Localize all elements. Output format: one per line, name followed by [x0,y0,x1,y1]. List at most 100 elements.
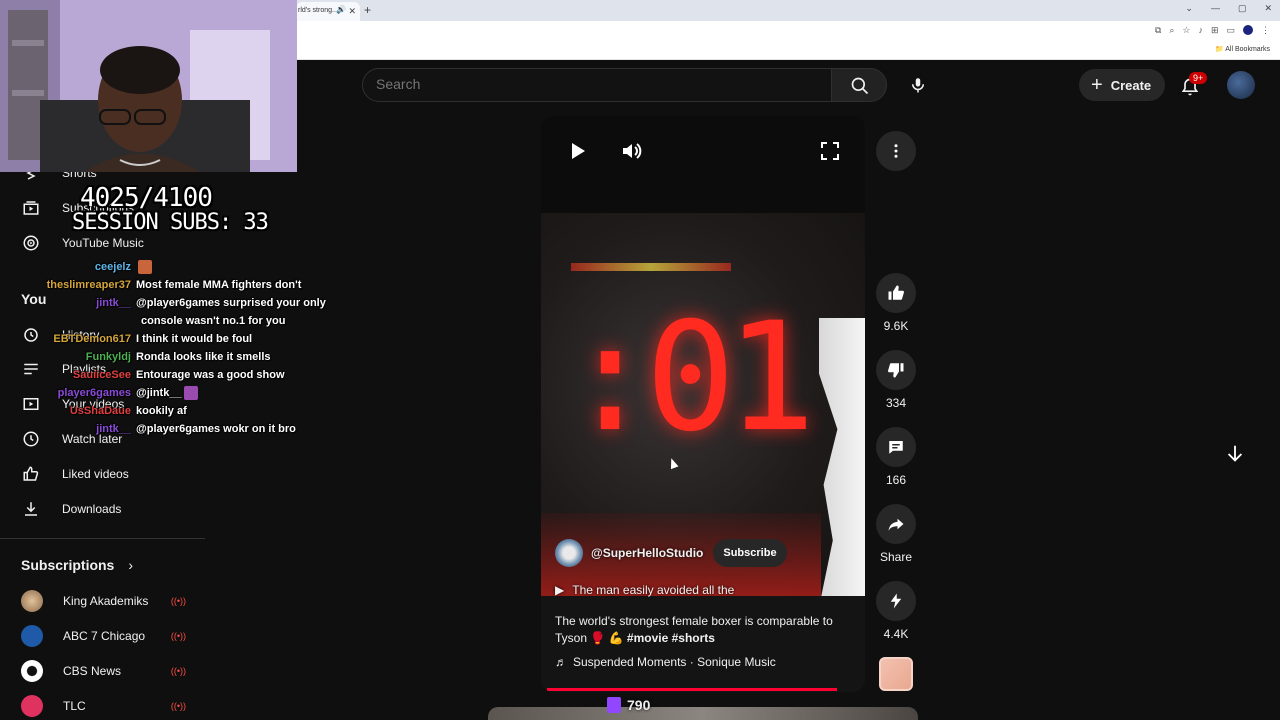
chat-username: jintk__ [96,423,131,435]
subscriptions-heading[interactable]: Subscriptions › [21,557,133,573]
comment-count: 166 [885,473,907,487]
zoom-icon[interactable]: ⌕ [1169,25,1174,36]
progress-bar[interactable] [547,688,838,691]
shorts-player[interactable]: :01 @SuperHelloStudio Subscribe ▶ The ma… [541,116,865,692]
twitch-icon [607,697,621,713]
subscription-name: King Akademiks [63,594,149,608]
more-options-button[interactable] [876,131,916,171]
sub-goal-counter: 4025/4100 [80,183,213,213]
chat-text: Ronda looks like it smells [136,351,271,363]
teaser-text: The man easily avoided all the [572,583,735,597]
sidebar-item-label: Downloads [62,502,122,516]
chat-username: UsShaDaue [69,405,131,417]
close-window-icon[interactable]: ✕ [1264,3,1272,14]
subscription-name: CBS News [63,664,122,678]
chat-username: player6games [57,387,131,399]
music-credit-text: Suspended Moments · Sonique Music [573,655,776,669]
twitch-viewer-count: 790 [607,697,650,713]
arrow-down-icon[interactable] [1224,443,1246,465]
dislike-button[interactable] [876,350,916,390]
new-tab-button[interactable]: + [364,3,371,17]
play-icon[interactable] [565,139,589,163]
streamer-webcam [0,0,297,172]
sidebar-item-label: YouTube Music [62,236,144,250]
bookmark-star-icon[interactable]: ☆ [1182,25,1190,36]
comments-button[interactable] [876,427,916,467]
channel-avatar[interactable] [555,539,583,567]
thumbs-up-icon [23,466,39,481]
emote-icon [183,386,198,400]
subscription-item[interactable]: ABC 7 Chicago ((•)) [21,624,186,648]
tab-title: rld's strong... [298,7,338,14]
share-button[interactable] [876,504,916,544]
channel-avatar [21,590,43,612]
account-avatar[interactable] [1227,71,1255,99]
video-letterbox [541,116,865,213]
live-indicator-icon: ((•)) [170,596,186,606]
subscription-item[interactable]: TLC ((•)) [21,694,186,718]
live-indicator-icon: ((•)) [170,666,186,676]
tab-search-icon[interactable]: ⌄ [1185,3,1193,14]
subscription-item[interactable]: King Akademiks ((•)) [21,589,186,613]
all-bookmarks[interactable]: 📁 All Bookmarks [1215,45,1270,53]
maximize-icon[interactable]: ▢ [1238,3,1247,14]
thumbs-down-icon [888,363,904,378]
minimize-icon[interactable]: — [1211,3,1220,14]
chat-message: SauiiceSee Entourage was a good show [4,366,326,384]
plus-icon: + [1091,73,1103,96]
white-fabric [819,318,865,596]
subscriptions-icon [23,201,39,215]
sidebar-item-downloads[interactable]: Downloads [22,497,121,521]
voice-search-button[interactable] [901,68,935,102]
profile-icon[interactable] [1243,25,1253,35]
create-button[interactable]: + Create [1079,69,1165,101]
next-short-preview[interactable] [488,707,918,720]
fullscreen-icon[interactable] [818,139,842,163]
share-icon [888,518,904,531]
tab-audio-icon[interactable]: 🔊 [336,5,346,14]
title-hashtags[interactable]: #movie #shorts [627,631,715,645]
search-icon [851,77,869,95]
music-icon [23,235,39,251]
search-button[interactable] [831,68,887,102]
chat-message: jintk__ @player6games surprised your only [4,294,326,312]
chat-text: Entourage was a good show [136,369,285,381]
chat-text: I think it would be foul [136,333,253,345]
live-indicator-icon: ((•)) [170,701,186,711]
subscription-item[interactable]: CBS News ((•)) [21,659,186,683]
music-credit[interactable]: ♬ Suspended Moments · Sonique Music [555,655,776,669]
like-button[interactable] [876,273,916,313]
video-title[interactable]: The world's strongest female boxer is co… [555,613,855,647]
chat-message: player6games @jintk__ [4,384,326,402]
sound-thumbnail[interactable] [879,657,913,691]
session-subs-counter: SESSION SUBS: 33 [72,210,269,235]
subscription-name: TLC [63,699,86,713]
chat-username: Funkyldj [85,351,131,363]
chat-message: ceejelz [4,258,326,276]
chat-text: @jintk__ [136,387,182,399]
browser-tab[interactable]: rld's strong... 🔊 ✕ [296,2,360,21]
chat-message: Funkyldj Ronda looks like it smells [4,348,326,366]
install-icon[interactable]: ⧉ [1155,25,1161,36]
remix-icon [890,593,902,609]
media-icon[interactable]: ♪ [1198,25,1203,36]
music-note-icon: ♬ [555,655,567,669]
channel-name[interactable]: @SuperHelloStudio [591,546,703,560]
sidebar-item-liked-videos[interactable]: Liked videos [22,462,129,486]
menu-icon[interactable]: ⋮ [1261,25,1270,36]
search-input[interactable] [376,76,816,92]
description-teaser[interactable]: ▶ The man easily avoided all the [555,583,734,597]
extensions-icon[interactable]: ⊞ [1211,25,1219,36]
volume-icon[interactable] [620,139,644,163]
remix-button[interactable] [876,581,916,621]
chat-text: @player6games wokr on it bro [136,423,296,435]
side-panel-icon[interactable]: ▭ [1226,25,1235,36]
more-vert-icon [894,144,898,158]
emote-icon [138,260,152,274]
chat-text: kookily af [136,405,187,417]
window-controls: ⌄ — ▢ ✕ [1185,3,1272,14]
live-indicator-icon: ((•)) [170,631,186,641]
subscribe-button[interactable]: Subscribe [713,539,787,567]
chat-username: ceejelz [94,261,131,273]
tab-close-icon[interactable]: ✕ [348,6,356,17]
